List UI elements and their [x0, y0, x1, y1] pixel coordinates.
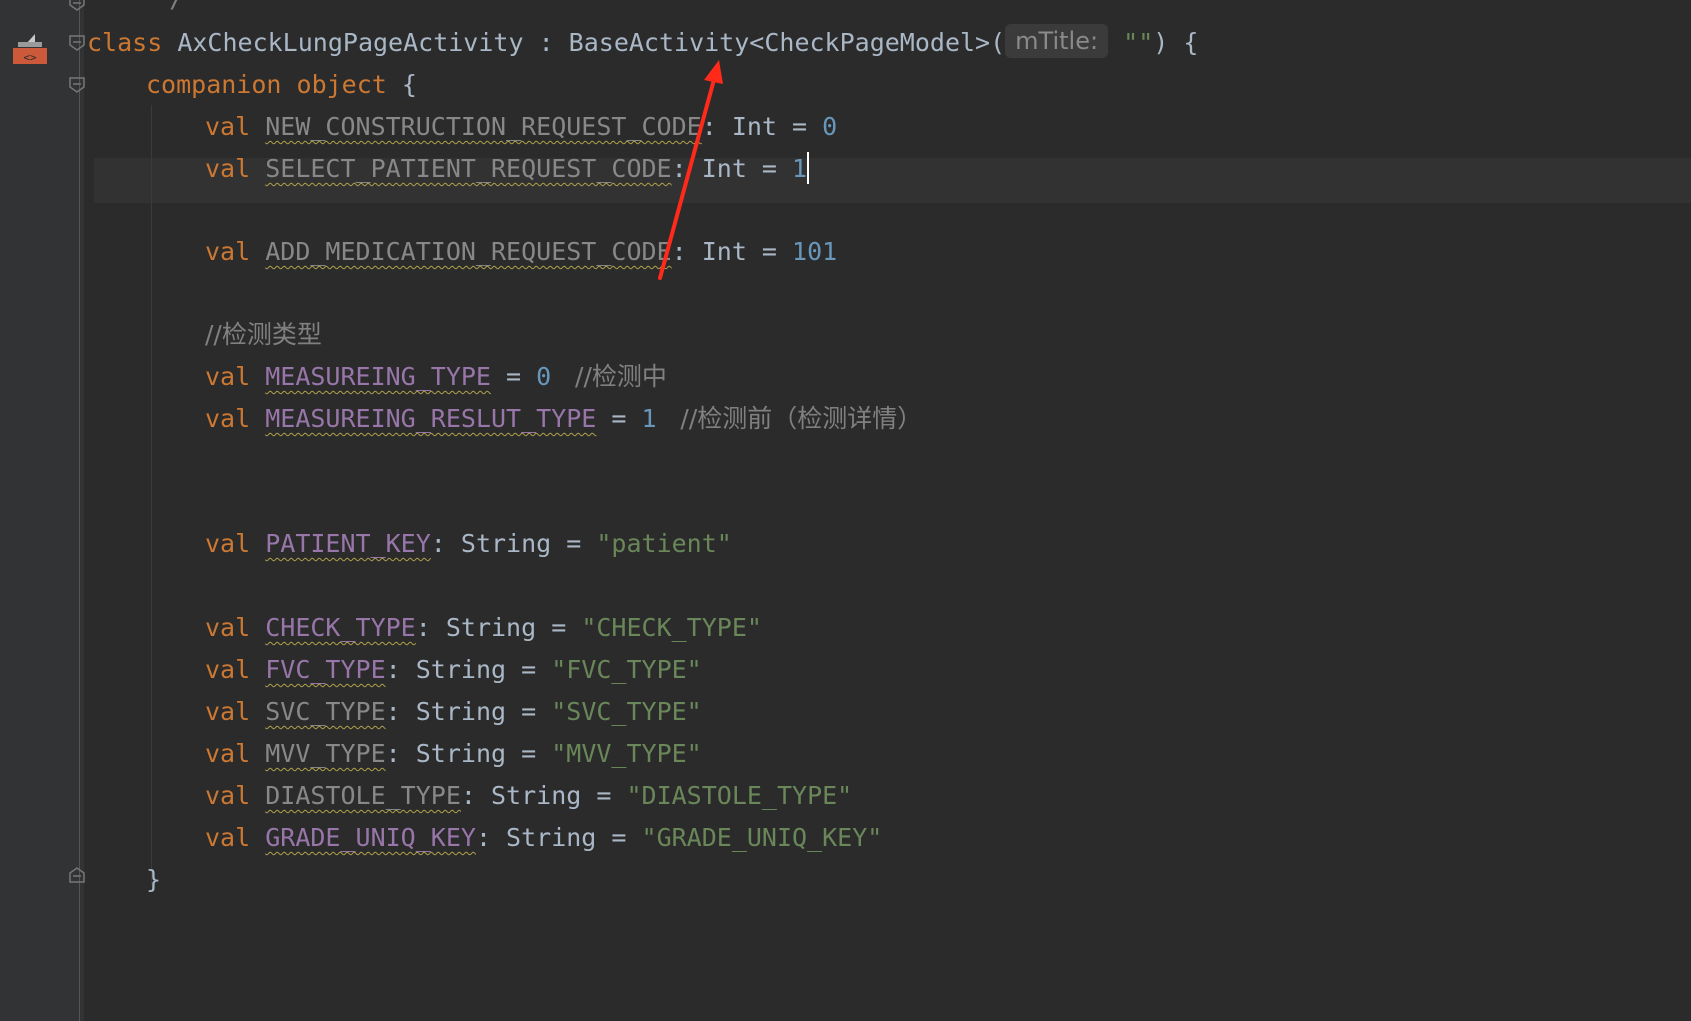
text-caret [807, 152, 810, 184]
code-line: val MEASUREING_RESLUT_TYPE = 1 //检测前（检测详… [205, 404, 923, 433]
code-line-current: val SELECT_PATIENT_REQUEST_CODE: Int = 1 [205, 152, 810, 184]
code-line-class: class AxCheckLungPageActivity : BaseActi… [87, 20, 1198, 65]
code-line-comment-end: */ [94, 0, 184, 21]
android-layout-marker-icon[interactable]: <> [12, 30, 48, 66]
code-line: val MEASUREING_TYPE = 0 //检测中 [205, 362, 667, 391]
svg-text:<>: <> [23, 51, 37, 64]
code-line: val SVC_TYPE: String = "SVC_TYPE" [205, 697, 702, 726]
code-line: val CHECK_TYPE: String = "CHECK_TYPE" [205, 613, 762, 642]
code-line: val NEW_CONSTRUCTION_REQUEST_CODE: Int =… [205, 112, 838, 141]
parameter-hint: mTitle: [1005, 24, 1109, 58]
indent-guide [151, 105, 152, 885]
code-comment: //检测类型 [205, 320, 322, 349]
code-line: val FVC_TYPE: String = "FVC_TYPE" [205, 655, 702, 684]
code-line: val PATIENT_KEY: String = "patient" [205, 529, 732, 558]
code-line: val MVV_TYPE: String = "MVV_TYPE" [205, 739, 702, 768]
code-line: val DIASTOLE_TYPE: String = "DIASTOLE_TY… [205, 781, 853, 810]
code-editor[interactable]: */ class AxCheckLungPageActivity : BaseA… [84, 0, 1691, 1021]
code-line-companion: companion object { [146, 70, 417, 99]
code-line: val GRADE_UNIQ_KEY: String = "GRADE_UNIQ… [205, 823, 883, 852]
code-line: val ADD_MEDICATION_REQUEST_CODE: Int = 1… [205, 237, 838, 266]
code-line-close-brace: } [146, 865, 162, 894]
